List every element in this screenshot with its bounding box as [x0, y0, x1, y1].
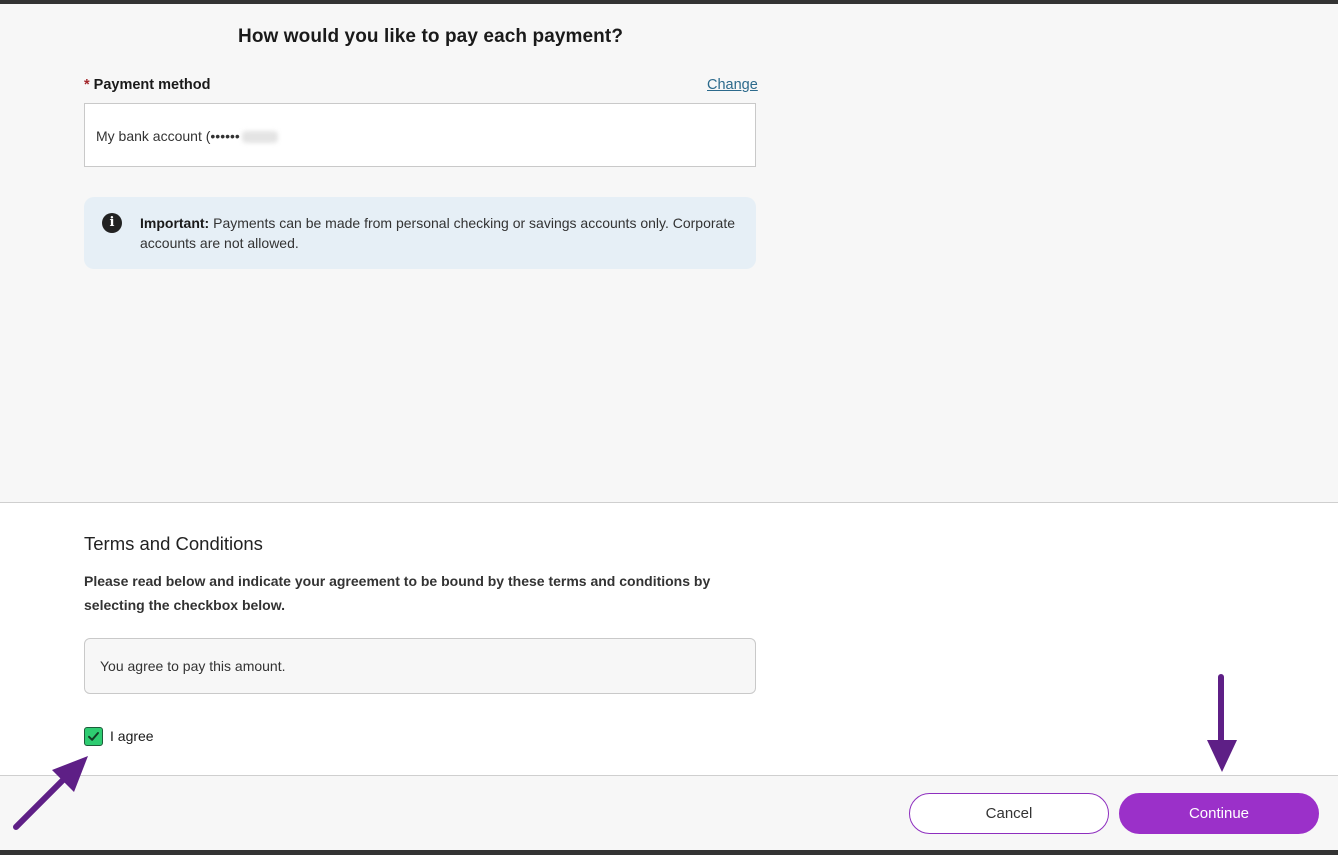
payment-method-value-text: My bank account (•••••• — [96, 128, 240, 144]
payment-method-field[interactable]: My bank account (•••••• — [84, 103, 756, 167]
important-notice: i Important: Payments can be made from p… — [84, 197, 756, 269]
payment-method-value: My bank account (•••••• — [96, 128, 278, 144]
action-footer: Cancel Continue — [0, 775, 1338, 850]
checkmark-icon — [88, 731, 99, 741]
required-marker: * — [84, 77, 90, 93]
agree-label: I agree — [110, 728, 154, 744]
info-icon: i — [102, 213, 122, 233]
agree-checkbox[interactable] — [84, 726, 103, 746]
page-title: How would you like to pay each payment? — [238, 26, 624, 47]
change-payment-method-link[interactable]: Change — [707, 77, 758, 93]
terms-title: Terms and Conditions — [84, 533, 263, 554]
redacted-account-number — [241, 131, 278, 144]
terms-box: You agree to pay this amount. — [84, 638, 756, 694]
important-notice-text: Important: Payments can be made from per… — [140, 213, 740, 253]
payment-method-label-text: Payment method — [93, 77, 211, 93]
continue-button[interactable]: Continue — [1119, 793, 1319, 834]
payment-method-section: How would you like to pay each payment? … — [0, 4, 1338, 503]
cancel-button[interactable]: Cancel — [909, 793, 1109, 834]
payment-method-label: * Payment method — [84, 77, 211, 93]
terms-description: Please read below and indicate your agre… — [84, 573, 711, 613]
terms-box-text: You agree to pay this amount. — [100, 658, 286, 674]
agree-checkbox-row[interactable]: I agree — [84, 726, 154, 746]
bottom-border — [0, 850, 1338, 855]
terms-section: Terms and Conditions Please read below a… — [0, 503, 1338, 775]
important-notice-bold: Important: — [140, 215, 210, 231]
important-notice-body: Payments can be made from personal check… — [140, 215, 736, 251]
